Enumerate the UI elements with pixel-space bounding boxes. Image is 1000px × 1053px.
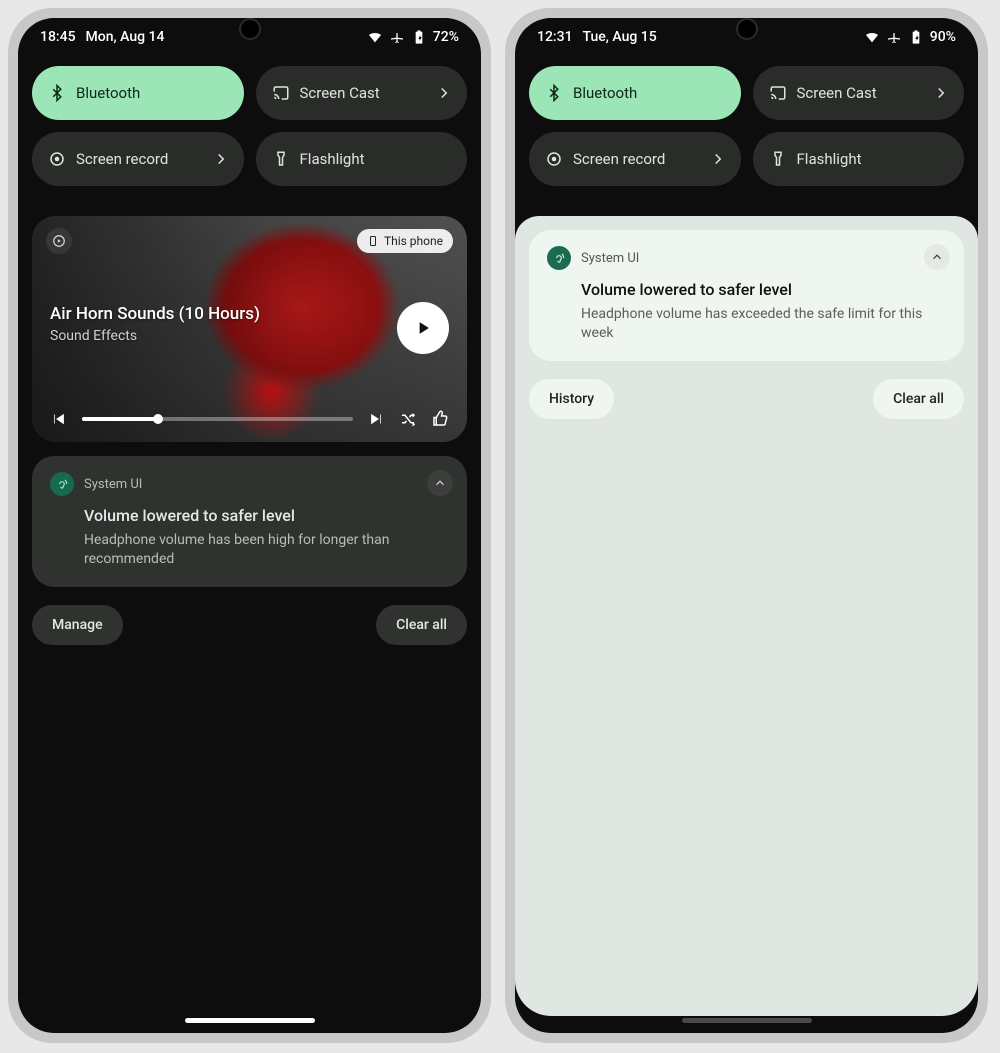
camera-cutout: [736, 18, 758, 40]
nav-handle[interactable]: [185, 1018, 315, 1023]
clear-all-label: Clear all: [893, 391, 944, 407]
flashlight-icon: [769, 150, 787, 168]
chevron-right-icon: [212, 150, 230, 168]
next-icon[interactable]: [367, 410, 385, 428]
notification-card[interactable]: System UI Volume lowered to safer level …: [32, 456, 467, 587]
clear-all-button[interactable]: Clear all: [376, 605, 467, 645]
history-label: History: [549, 391, 594, 407]
nav-handle[interactable]: [682, 1018, 812, 1023]
manage-button[interactable]: Manage: [32, 605, 123, 645]
cast-icon: [272, 84, 290, 102]
record-icon: [48, 150, 66, 168]
qs-cast-label: Screen Cast: [300, 84, 380, 102]
chevron-right-icon: [932, 84, 950, 102]
qs-record-label: Screen record: [76, 150, 168, 168]
qs-screen-record[interactable]: Screen record: [529, 132, 741, 186]
media-progress[interactable]: [82, 417, 353, 421]
qs-screen-record[interactable]: Screen record: [32, 132, 244, 186]
thumbs-up-icon[interactable]: [431, 410, 449, 428]
media-subtitle: Sound Effects: [50, 328, 367, 344]
notification-title: Volume lowered to safer level: [581, 280, 946, 299]
phone-icon: [367, 235, 379, 247]
flashlight-icon: [272, 150, 290, 168]
qs-cast-label: Screen Cast: [797, 84, 877, 102]
wifi-icon: [864, 29, 880, 45]
notification-app-name: System UI: [581, 251, 639, 266]
media-source-icon[interactable]: [46, 228, 72, 254]
qs-record-label: Screen record: [573, 150, 665, 168]
status-date: Tue, Aug 15: [583, 29, 657, 45]
qs-flashlight[interactable]: Flashlight: [256, 132, 468, 186]
cast-icon: [769, 84, 787, 102]
media-output-chip[interactable]: This phone: [357, 229, 453, 253]
status-battery: 72%: [433, 29, 459, 45]
phone-light: 12:31 Tue, Aug 15 90% Bluetooth: [505, 8, 988, 1043]
clear-all-label: Clear all: [396, 617, 447, 633]
airplane-icon: [389, 29, 405, 45]
status-date: Mon, Aug 14: [86, 29, 165, 45]
chevron-right-icon: [435, 84, 453, 102]
status-time: 12:31: [537, 29, 573, 45]
qs-screen-cast[interactable]: Screen Cast: [256, 66, 468, 120]
qs-screen-cast[interactable]: Screen Cast: [753, 66, 965, 120]
qs-flashlight-label: Flashlight: [797, 150, 862, 168]
media-output-label: This phone: [384, 234, 443, 248]
status-time: 18:45: [40, 29, 76, 45]
collapse-button[interactable]: [924, 244, 950, 270]
notification-title: Volume lowered to safer level: [84, 506, 449, 525]
battery-icon: [908, 29, 924, 45]
collapse-button[interactable]: [427, 470, 453, 496]
qs-flashlight-label: Flashlight: [300, 150, 365, 168]
qs-bluetooth[interactable]: Bluetooth: [529, 66, 741, 120]
qs-flashlight[interactable]: Flashlight: [753, 132, 965, 186]
chevron-right-icon: [709, 150, 727, 168]
phone-dark: 18:45 Mon, Aug 14 72% Bluetooth: [8, 8, 491, 1043]
shuffle-icon[interactable]: [399, 410, 417, 428]
media-title: Air Horn Sounds (10 Hours): [50, 304, 367, 324]
notification-body: Headphone volume has exceeded the safe l…: [581, 305, 946, 343]
wifi-icon: [367, 29, 383, 45]
media-player-card[interactable]: This phone Air Horn Sounds (10 Hours) So…: [32, 216, 467, 442]
manage-label: Manage: [52, 617, 103, 633]
notification-shade: System UI Volume lowered to safer level …: [515, 216, 978, 1016]
notification-app-name: System UI: [84, 477, 142, 492]
notification-body: Headphone volume has been high for longe…: [84, 531, 449, 569]
battery-icon: [411, 29, 427, 45]
airplane-icon: [886, 29, 902, 45]
clear-all-button[interactable]: Clear all: [873, 379, 964, 419]
history-button[interactable]: History: [529, 379, 614, 419]
hearing-icon: [547, 246, 571, 270]
hearing-icon: [50, 472, 74, 496]
notification-card[interactable]: System UI Volume lowered to safer level …: [529, 230, 964, 361]
camera-cutout: [239, 18, 261, 40]
bluetooth-icon: [48, 84, 66, 102]
play-icon: [413, 318, 433, 338]
play-button[interactable]: [397, 302, 449, 354]
status-battery: 90%: [930, 29, 956, 45]
previous-icon[interactable]: [50, 410, 68, 428]
qs-bluetooth-label: Bluetooth: [76, 84, 140, 102]
qs-bluetooth[interactable]: Bluetooth: [32, 66, 244, 120]
qs-bluetooth-label: Bluetooth: [573, 84, 637, 102]
record-icon: [545, 150, 563, 168]
bluetooth-icon: [545, 84, 563, 102]
